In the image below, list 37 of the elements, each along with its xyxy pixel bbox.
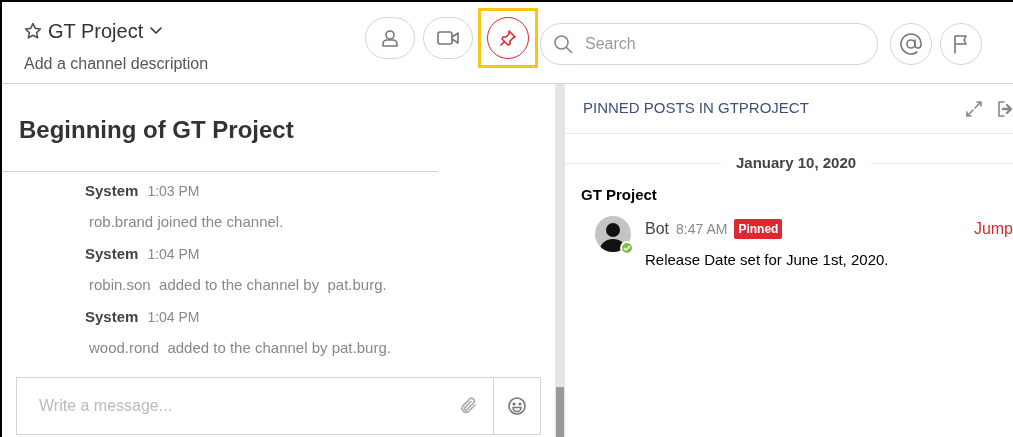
post-time: 8:47 AM	[676, 219, 728, 239]
exit-icon[interactable]	[997, 99, 1013, 118]
person-icon	[380, 28, 400, 48]
search-field[interactable]: Search	[540, 23, 878, 65]
post-author[interactable]: Bot	[645, 217, 669, 241]
panel-title: PINNED POSTS IN GTPROJECT	[583, 98, 810, 119]
scrollbar-thumb[interactable]	[556, 387, 564, 437]
message-author[interactable]: System	[85, 243, 139, 266]
channel-description[interactable]: Add a channel description	[24, 52, 362, 76]
message-time: 1:04 PM	[147, 308, 200, 327]
message-author[interactable]: System	[85, 306, 139, 329]
flag-icon	[952, 34, 970, 54]
smiley-icon[interactable]	[507, 396, 527, 416]
post-text: Release Date set for June 1st, 2020.	[645, 250, 890, 270]
message-time: 1:03 PM	[147, 182, 200, 201]
expand-icon[interactable]	[965, 99, 983, 118]
pinned-channel-name: GT Project	[580, 184, 658, 205]
pin-icon	[499, 29, 517, 47]
search-icon	[553, 34, 573, 54]
channel-heading: Beginning of GT Project	[19, 115, 295, 145]
video-camera-icon	[437, 29, 459, 47]
pinned-badge: Pinned	[734, 219, 783, 239]
chevron-down-icon[interactable]	[149, 26, 164, 36]
star-icon[interactable]	[24, 22, 42, 40]
at-sign-icon	[900, 33, 922, 55]
message-composer[interactable]: Write a message...	[16, 377, 541, 435]
message-input[interactable]: Write a message...	[39, 378, 459, 434]
message-time: 1:04 PM	[147, 245, 200, 264]
jump-link[interactable]: Jump	[973, 217, 1013, 241]
message-text: robin.son added to the channel by pat.burg.	[88, 274, 388, 295]
paperclip-icon[interactable]	[459, 396, 479, 416]
message-author[interactable]: System	[85, 180, 139, 203]
message-text: wood.rond added to the channel by pat.burg.	[88, 337, 392, 358]
date-separator: January 10, 2020	[735, 153, 858, 173]
message-text: rob.brand joined the channel.	[88, 211, 285, 232]
channel-title[interactable]: GT Project	[48, 16, 144, 46]
avatar[interactable]	[595, 216, 631, 252]
